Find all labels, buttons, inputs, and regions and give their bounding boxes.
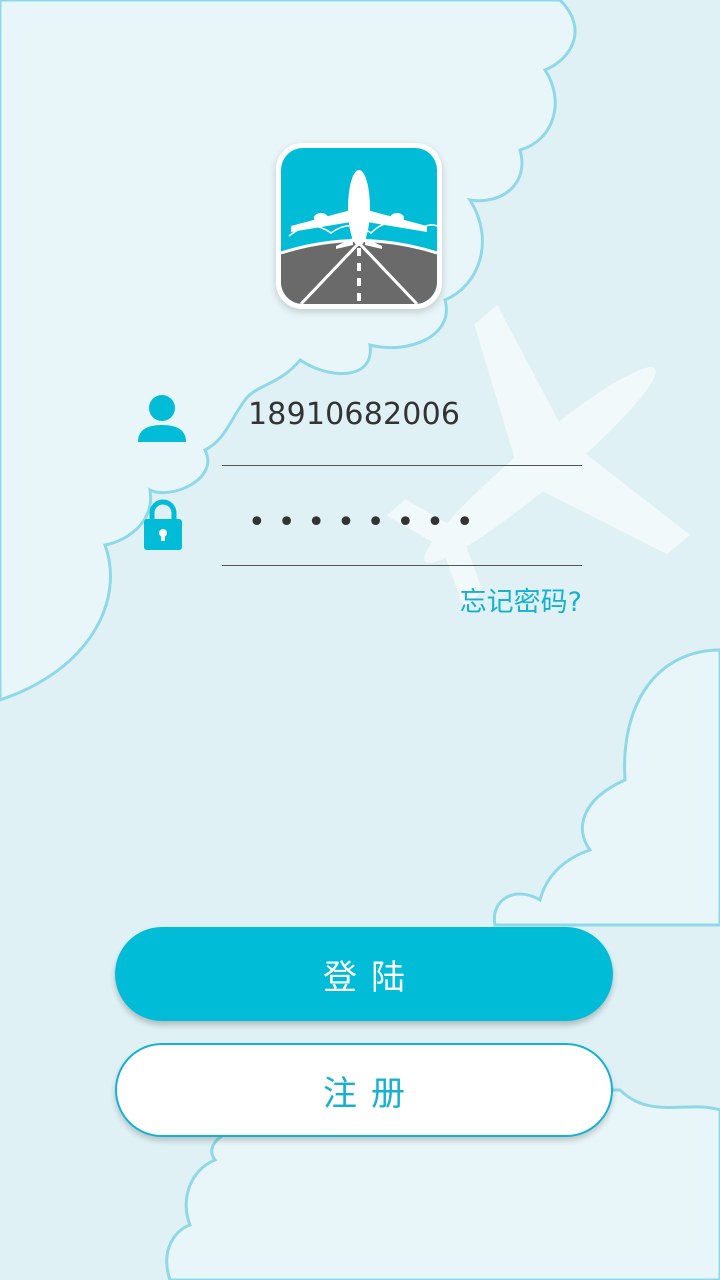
password-input[interactable]: •••••••• — [248, 500, 486, 546]
register-button[interactable]: 注册 — [115, 1043, 613, 1137]
forgot-password-link[interactable]: 忘记密码? — [460, 580, 582, 619]
password-underline — [222, 565, 582, 566]
register-button-label: 注册 — [323, 1073, 419, 1114]
airplane-runway-icon — [281, 148, 437, 304]
login-button-label: 登陆 — [323, 957, 419, 998]
login-button[interactable]: 登陆 — [115, 927, 613, 1021]
username-input[interactable]: 18910682006 — [248, 392, 460, 438]
user-icon — [138, 395, 186, 442]
username-underline — [222, 465, 582, 466]
lower-cloud — [492, 648, 720, 927]
lock-icon — [144, 499, 182, 550]
app-logo — [276, 143, 442, 309]
